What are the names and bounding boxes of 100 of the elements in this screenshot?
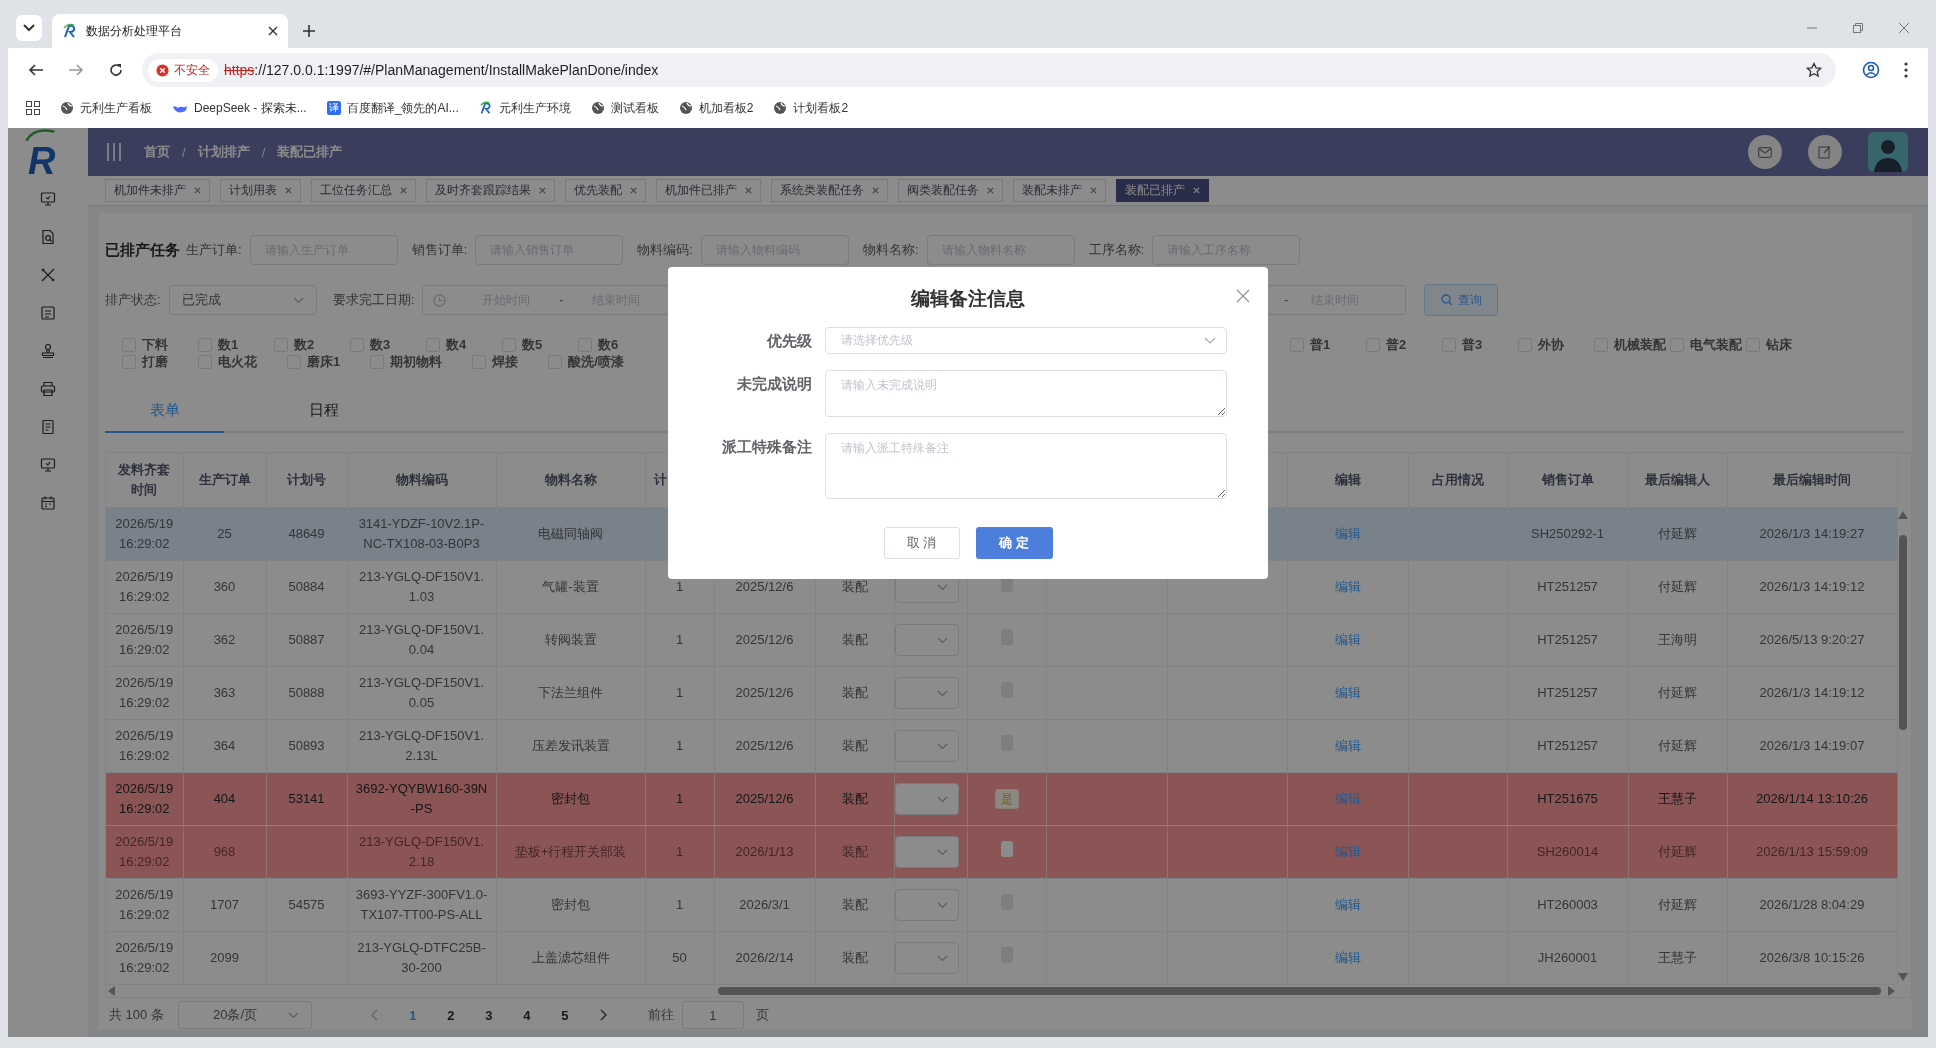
breadcrumb-link[interactable]: 首页 xyxy=(144,143,170,162)
text-area[interactable]: 请输入派工特殊备注 xyxy=(825,433,1227,499)
dropdown-field[interactable]: 已完成 xyxy=(168,285,317,315)
bookmark-link[interactable]: DeepSeek - 探索未... xyxy=(194,99,307,117)
checkbox-label[interactable]: 数2 xyxy=(294,335,315,354)
new-tab-icon[interactable] xyxy=(302,24,316,38)
bookmark-link[interactable]: 机加看板2 xyxy=(698,99,754,117)
scrollbar-thumb[interactable] xyxy=(1899,535,1907,730)
checkbox-label[interactable]: 数1 xyxy=(218,335,239,354)
restore-icon[interactable] xyxy=(1852,22,1864,34)
star-icon[interactable] xyxy=(1806,62,1822,78)
profile-icon[interactable] xyxy=(1862,61,1880,79)
edit-link[interactable]: 编辑 xyxy=(1334,526,1361,541)
checkbox-label[interactable]: 机械装配 xyxy=(1614,335,1666,354)
dropdown-field[interactable] xyxy=(894,730,959,762)
next-page-icon[interactable] xyxy=(599,1009,608,1021)
checkbox-label[interactable]: 普1 xyxy=(1310,335,1331,354)
bookmark-link[interactable]: 测试看板 xyxy=(610,99,659,117)
page-tag[interactable]: 优先装配 xyxy=(565,179,646,203)
scrollbar-thumb[interactable] xyxy=(718,987,1881,995)
scroll-left-icon[interactable] xyxy=(108,986,116,996)
checkbox-label[interactable]: 电火花 xyxy=(218,352,257,371)
checkbox-label[interactable]: 电气装配 xyxy=(1690,335,1742,354)
cancel-button[interactable]: 取 消 xyxy=(883,527,960,559)
checkbox-label[interactable]: 外协 xyxy=(1538,335,1564,354)
checkbox-label[interactable]: 数6 xyxy=(598,335,619,354)
checkbox-label[interactable]: 期初物料 xyxy=(390,352,443,371)
page-tag[interactable]: 阀类装配任务 xyxy=(898,179,1003,203)
close-icon[interactable] xyxy=(268,26,278,36)
page-number[interactable]: 2 xyxy=(431,1007,470,1023)
monitor-icon[interactable] xyxy=(40,191,56,207)
dropdown-field[interactable] xyxy=(894,783,959,815)
bookmark-link[interactable]: 百度翻译_领先的AI... xyxy=(346,99,459,117)
security-chip[interactable]: 不安全 xyxy=(148,58,218,82)
forward-icon[interactable] xyxy=(68,62,84,78)
tools-icon[interactable] xyxy=(40,267,56,283)
bookmark-link[interactable]: 计划看板2 xyxy=(793,99,849,117)
view-tab[interactable]: 表单 xyxy=(105,391,224,433)
page-number[interactable]: 1 xyxy=(393,1007,432,1023)
checkbox-label[interactable]: 数5 xyxy=(522,335,543,354)
checkbox-label[interactable]: 普2 xyxy=(1386,335,1407,354)
edit-link[interactable]: 编辑 xyxy=(1334,950,1361,965)
edit-link[interactable]: 编辑 xyxy=(1334,579,1361,594)
scroll-down-icon[interactable] xyxy=(1898,973,1908,981)
checkbox-label[interactable]: 下料 xyxy=(142,335,168,354)
page-number[interactable]: 3 xyxy=(469,1007,508,1023)
search-button[interactable]: 查询 xyxy=(1424,284,1499,316)
dropdown-field[interactable] xyxy=(894,889,959,921)
edit-link[interactable]: 编辑 xyxy=(1334,685,1361,700)
printer-icon[interactable] xyxy=(40,381,56,397)
checkbox-label[interactable]: 打磨 xyxy=(142,352,168,371)
checkbox-label[interactable]: 钻床 xyxy=(1766,335,1792,354)
page-tag[interactable]: 装配未排产 xyxy=(1013,179,1106,203)
edit-link[interactable]: 编辑 xyxy=(1334,632,1361,647)
edit-link[interactable]: 编辑 xyxy=(1334,897,1361,912)
dropdown-field[interactable] xyxy=(894,624,959,656)
checkbox-label[interactable]: 焊接 xyxy=(492,352,519,371)
tab-list-button[interactable] xyxy=(16,15,42,41)
page-tag[interactable]: 机加件未排产 xyxy=(105,179,210,203)
checkbox-label[interactable]: 磨床1 xyxy=(307,352,341,371)
document-icon[interactable] xyxy=(40,229,56,245)
address-bar[interactable]: 不安全 https://127.0.0.1:1997/#/PlanManagement/InstallMakePlanDone/index xyxy=(142,53,1836,87)
edit-button[interactable] xyxy=(1808,135,1842,170)
toggle-box[interactable] xyxy=(1000,841,1013,857)
page-tag[interactable]: 计划用表 xyxy=(220,179,301,203)
breadcrumb-link[interactable]: 计划排产 xyxy=(197,143,250,162)
page-tag[interactable]: 工位任务汇总 xyxy=(311,179,416,203)
back-icon[interactable] xyxy=(28,62,44,78)
bookmark-link[interactable]: 元利生产环境 xyxy=(498,99,571,117)
page-number[interactable]: 5 xyxy=(545,1007,584,1023)
confirm-button[interactable]: 确 定 xyxy=(975,527,1053,559)
message-button[interactable] xyxy=(1748,135,1782,170)
checkbox-label[interactable]: 酸洗/喷漆 xyxy=(568,352,624,371)
edit-link[interactable]: 编辑 xyxy=(1334,738,1361,753)
stamp-icon[interactable] xyxy=(40,343,56,359)
scroll-right-icon[interactable] xyxy=(1887,986,1895,996)
dropdown-field[interactable] xyxy=(894,677,959,709)
page-input[interactable]: 1 xyxy=(681,1001,744,1029)
checkbox-label[interactable]: 普3 xyxy=(1462,335,1483,354)
browser-tab[interactable]: 数据分析处理平台 xyxy=(52,14,288,48)
page-number[interactable]: 4 xyxy=(507,1007,546,1023)
page-tag[interactable]: 装配已排产 xyxy=(1116,179,1209,203)
apps-icon[interactable] xyxy=(26,101,40,115)
dropdown-field[interactable] xyxy=(894,836,959,868)
menu-icon[interactable] xyxy=(1904,62,1908,78)
checkbox-label[interactable]: 数3 xyxy=(370,335,391,354)
page-size-dropdown[interactable]: 20条/页 xyxy=(177,1001,312,1029)
monitor-icon[interactable] xyxy=(40,457,56,473)
list-icon[interactable] xyxy=(40,305,56,321)
page-tag[interactable]: 系统类装配任务 xyxy=(771,179,888,203)
dropdown-field[interactable] xyxy=(894,942,959,974)
scroll-up-icon[interactable] xyxy=(1898,511,1908,519)
checkbox-label[interactable]: 数4 xyxy=(446,335,467,354)
reload-icon[interactable] xyxy=(108,62,124,78)
avatar[interactable] xyxy=(1868,132,1908,173)
bookmark-link[interactable]: 元利生产看板 xyxy=(80,99,152,117)
previous-page-icon[interactable] xyxy=(369,1009,378,1021)
page-tag[interactable]: 机加件已排产 xyxy=(656,179,761,203)
calendar-icon[interactable] xyxy=(40,495,56,511)
page-tag[interactable]: 及时齐套跟踪结果 xyxy=(426,179,555,203)
